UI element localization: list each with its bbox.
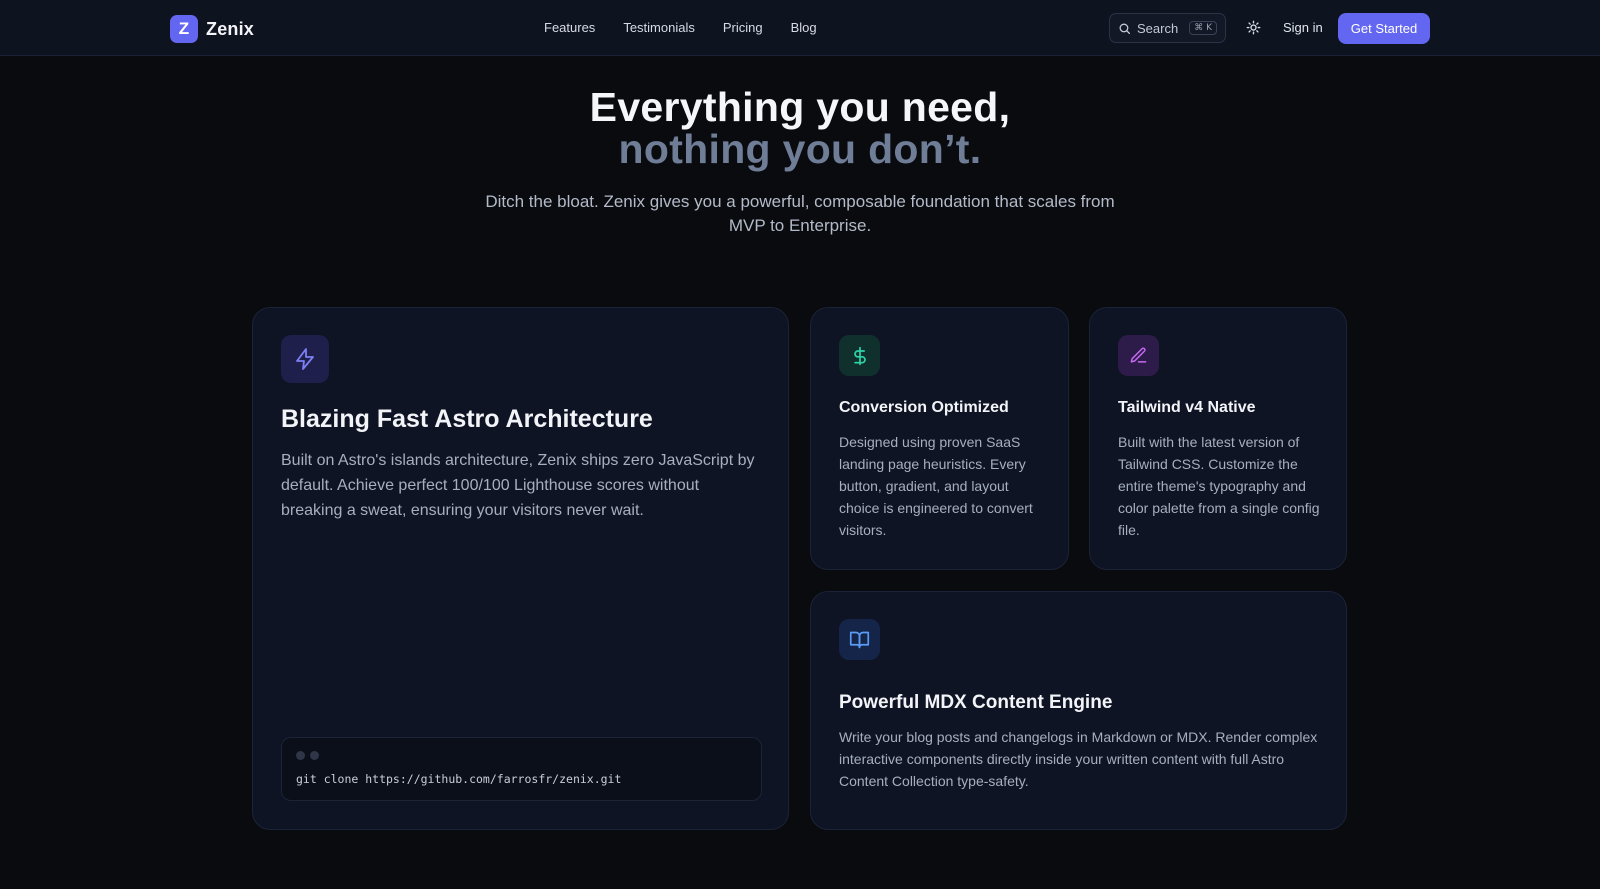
terminal-dot [310, 751, 319, 760]
feature-description: Built on Astro's islands architecture, Z… [281, 452, 755, 519]
search-button[interactable]: Search ⌘ K [1109, 13, 1226, 43]
terminal-dot [296, 751, 305, 760]
search-label: Search [1137, 20, 1179, 36]
hero-title-line1: Everything you need, [589, 84, 1011, 130]
feature-card-conversion: Conversion Optimized Designed using prov… [810, 307, 1069, 570]
feature-title: Blazing Fast Astro Architecture [281, 405, 653, 433]
terminal-window-dots [296, 751, 319, 760]
search-shortcut: ⌘ K [1189, 21, 1217, 35]
feature-description: Designed using proven SaaS landing page … [839, 434, 1033, 538]
sign-in-link[interactable]: Sign in [1283, 20, 1323, 35]
get-started-button[interactable]: Get Started [1338, 13, 1430, 44]
nav-link-features[interactable]: Features [544, 20, 595, 35]
theme-toggle-button[interactable] [1246, 20, 1261, 40]
terminal-snippet[interactable]: git clone https://github.com/farrosfr/ze… [281, 737, 762, 801]
hero-title-line2: nothing you don’t. [618, 126, 982, 172]
terminal-command[interactable]: git clone https://github.com/farrosfr/ze… [296, 772, 621, 786]
brand-logo[interactable]: Z Zenix [170, 15, 254, 43]
sun-icon [1246, 20, 1261, 39]
hero-title: Everything you need, nothing you don’t. [0, 86, 1600, 170]
pencil-icon [1118, 335, 1159, 376]
book-icon [839, 619, 880, 660]
dollar-icon [839, 335, 880, 376]
feature-description: Write your blog posts and changelogs in … [839, 729, 1318, 789]
nav-links: Features Testimonials Pricing Blog [544, 20, 817, 35]
search-icon [1118, 22, 1131, 35]
lightning-icon [281, 335, 329, 383]
feature-card-astro: Blazing Fast Astro Architecture Built on… [252, 307, 789, 830]
feature-title: Conversion Optimized [839, 399, 1009, 416]
nav-link-testimonials[interactable]: Testimonials [623, 20, 695, 35]
brand-mark: Z [170, 15, 198, 43]
feature-card-tailwind: Tailwind v4 Native Built with the latest… [1089, 307, 1347, 570]
nav-link-blog[interactable]: Blog [791, 20, 817, 35]
feature-card-mdx: Powerful MDX Content Engine Write your b… [810, 591, 1347, 830]
hero-subtitle: Ditch the bloat. Zenix gives you a power… [485, 192, 1115, 235]
feature-description: Built with the latest version of Tailwin… [1118, 434, 1320, 538]
feature-title: Tailwind v4 Native [1118, 399, 1256, 416]
nav-link-pricing[interactable]: Pricing [723, 20, 763, 35]
navbar: Z Zenix Features Testimonials Pricing Bl… [0, 0, 1600, 56]
brand-name: Zenix [206, 18, 255, 39]
feature-title: Powerful MDX Content Engine [839, 692, 1113, 713]
